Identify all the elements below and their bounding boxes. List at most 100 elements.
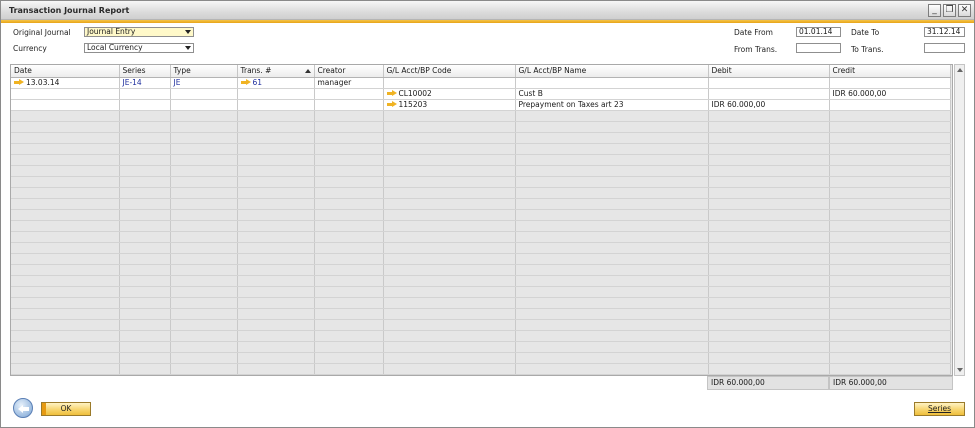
date-from-field[interactable]: 01.01.14 bbox=[796, 27, 841, 37]
empty-cell bbox=[237, 264, 315, 276]
empty-row bbox=[11, 143, 951, 155]
ok-button-label: OK bbox=[60, 404, 72, 413]
grid-vertical-scrollbar[interactable] bbox=[954, 64, 965, 376]
minimize-icon[interactable]: _ bbox=[928, 4, 941, 17]
type-cell[interactable]: JE bbox=[170, 77, 238, 89]
empty-cell bbox=[119, 110, 171, 122]
empty-cell bbox=[383, 165, 516, 177]
scroll-up-icon[interactable] bbox=[957, 68, 963, 72]
from-trans-label: From Trans. bbox=[734, 45, 778, 54]
empty-cell bbox=[314, 341, 384, 353]
empty-cell bbox=[119, 220, 171, 232]
name-cell: Prepayment on Taxes art 23 bbox=[515, 99, 709, 111]
code-cell[interactable]: 115203 bbox=[383, 99, 516, 111]
empty-cell bbox=[515, 319, 709, 331]
link-arrow-icon[interactable] bbox=[14, 79, 24, 86]
close-icon[interactable]: ✕ bbox=[958, 4, 971, 17]
empty-cell bbox=[829, 154, 951, 166]
trans-value: 61 bbox=[252, 78, 263, 87]
from-trans-field[interactable] bbox=[796, 43, 841, 53]
empty-cell bbox=[11, 297, 120, 309]
trans-cell bbox=[237, 88, 315, 100]
col-header-debit[interactable]: Debit bbox=[708, 65, 830, 78]
original-journal-dropdown[interactable]: Journal Entry bbox=[84, 27, 194, 37]
empty-cell bbox=[708, 220, 830, 232]
col-header-date[interactable]: Date bbox=[11, 65, 120, 78]
link-arrow-icon[interactable] bbox=[386, 101, 397, 108]
empty-cell bbox=[119, 209, 171, 221]
empty-cell bbox=[383, 154, 516, 166]
empty-cell bbox=[829, 176, 951, 188]
empty-cell bbox=[708, 121, 830, 133]
empty-cell bbox=[829, 264, 951, 276]
currency-dropdown[interactable]: Local Currency bbox=[84, 43, 194, 53]
empty-cell bbox=[515, 264, 709, 276]
empty-cell bbox=[383, 286, 516, 298]
col-header-creator[interactable]: Creator bbox=[314, 65, 384, 78]
empty-cell bbox=[383, 110, 516, 122]
trans-cell[interactable]: 61 bbox=[237, 77, 315, 89]
col-header-type[interactable]: Type bbox=[170, 65, 238, 78]
empty-cell bbox=[170, 187, 238, 199]
table-row[interactable]: 115203 Prepayment on Taxes art 23 IDR 60… bbox=[11, 99, 951, 111]
empty-row bbox=[11, 198, 951, 210]
empty-cell bbox=[829, 319, 951, 331]
to-trans-field[interactable] bbox=[924, 43, 965, 53]
creator-cell: manager bbox=[314, 77, 384, 89]
series-button-label: Series bbox=[927, 404, 952, 413]
empty-cell bbox=[515, 286, 709, 298]
date-cell[interactable]: 13.03.14 bbox=[11, 77, 120, 89]
col-header-series[interactable]: Series bbox=[119, 65, 171, 78]
code-cell[interactable]: CL10002 bbox=[383, 88, 516, 100]
code-value: CL10002 bbox=[398, 89, 432, 98]
empty-cell bbox=[11, 352, 120, 364]
table-row[interactable]: CL10002 Cust B IDR 60.000,00 bbox=[11, 88, 951, 100]
ok-button[interactable]: OK bbox=[41, 402, 91, 416]
empty-cell bbox=[170, 143, 238, 155]
empty-cell bbox=[708, 143, 830, 155]
empty-cell bbox=[829, 165, 951, 177]
empty-cell bbox=[314, 231, 384, 243]
series-cell[interactable]: JE-14 bbox=[119, 77, 171, 89]
title-accent-strip bbox=[1, 20, 974, 23]
empty-cell bbox=[11, 198, 120, 210]
journal-grid: Date Series Type Trans. # Creator G/L Ac… bbox=[10, 64, 953, 376]
col-header-code[interactable]: G/L Acct/BP Code bbox=[383, 65, 516, 78]
empty-cell bbox=[829, 275, 951, 287]
col-header-trans[interactable]: Trans. # bbox=[237, 65, 315, 78]
empty-cell bbox=[383, 143, 516, 155]
empty-cell bbox=[515, 110, 709, 122]
empty-cell bbox=[708, 363, 830, 375]
date-to-field[interactable]: 31.12.14 bbox=[924, 27, 965, 37]
empty-cell bbox=[515, 176, 709, 188]
table-row[interactable]: 13.03.14 JE-14 JE 61 manager bbox=[11, 77, 951, 89]
empty-cell bbox=[829, 286, 951, 298]
empty-cell bbox=[708, 297, 830, 309]
empty-cell bbox=[383, 341, 516, 353]
col-header-credit[interactable]: Credit bbox=[829, 65, 951, 78]
empty-cell bbox=[11, 330, 120, 342]
empty-cell bbox=[383, 198, 516, 210]
scroll-down-icon[interactable] bbox=[957, 368, 963, 372]
link-arrow-icon[interactable] bbox=[386, 90, 397, 97]
empty-cell bbox=[383, 132, 516, 144]
empty-cell bbox=[314, 363, 384, 375]
empty-cell bbox=[11, 209, 120, 221]
series-button[interactable]: Series bbox=[914, 402, 965, 416]
empty-cell bbox=[515, 341, 709, 353]
back-arrow-icon[interactable] bbox=[13, 398, 33, 418]
empty-cell bbox=[708, 253, 830, 265]
window-controls: _ ❐ ✕ bbox=[928, 4, 971, 17]
link-arrow-icon[interactable] bbox=[240, 79, 251, 86]
empty-row bbox=[11, 363, 951, 375]
empty-cell bbox=[829, 132, 951, 144]
restore-icon[interactable]: ❐ bbox=[943, 4, 956, 17]
empty-cell bbox=[11, 176, 120, 188]
empty-cell bbox=[515, 209, 709, 221]
empty-cell bbox=[383, 308, 516, 320]
empty-cell bbox=[119, 308, 171, 320]
col-header-name[interactable]: G/L Acct/BP Name bbox=[515, 65, 709, 78]
empty-cell bbox=[237, 176, 315, 188]
empty-cell bbox=[314, 143, 384, 155]
empty-cell bbox=[314, 352, 384, 364]
